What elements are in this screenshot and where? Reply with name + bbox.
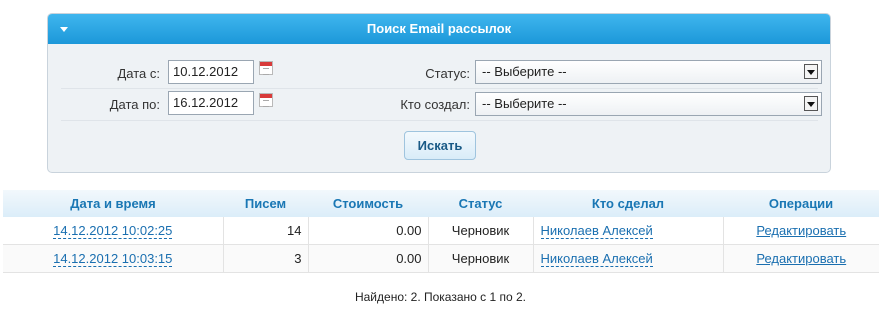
panel-title: Поиск Email рассылок (366, 21, 512, 36)
cell-status: Черновик (428, 244, 534, 273)
search-panel: Поиск Email рассылок Дата с: 10.12.2012 … (47, 13, 831, 173)
date-from-input[interactable]: 10.12.2012 (168, 60, 254, 84)
creator-select-value: -- Выберите -- (482, 96, 567, 111)
cell-cost: 0.00 (308, 244, 429, 273)
column-header-author[interactable]: Кто сделал (533, 190, 723, 217)
column-header-cost[interactable]: Стоимость (308, 190, 428, 217)
cell-cost: 0.00 (308, 217, 429, 245)
cell-operations: Редактировать (723, 244, 879, 273)
author-link[interactable]: Николаев Алексей (540, 223, 653, 239)
date-from-label: Дата с: (117, 66, 160, 81)
search-button[interactable]: Искать (404, 131, 476, 160)
date-to-label: Дата по: (109, 97, 160, 112)
table-header-row: Дата и время Писем Стоимость Статус Кто … (3, 190, 879, 217)
datetime-link[interactable]: 14.12.2012 10:02:25 (53, 223, 173, 239)
table-row: 14.12.2012 10:03:15 3 0.00 Черновик Нико… (3, 244, 879, 273)
edit-link[interactable]: Редактировать (756, 223, 846, 238)
cell-author: Николаев Алексей (533, 217, 724, 245)
table-row: 14.12.2012 10:02:25 14 0.00 Черновик Ник… (3, 217, 879, 245)
column-header-operations: Операции (723, 190, 879, 217)
cell-operations: Редактировать (723, 217, 879, 245)
creator-select[interactable]: -- Выберите -- (475, 92, 822, 116)
status-label: Статус: (425, 66, 470, 81)
chevron-down-icon[interactable] (804, 64, 818, 79)
column-header-letters[interactable]: Писем (223, 190, 308, 217)
row-divider (61, 120, 818, 121)
status-select-value: -- Выберите -- (482, 64, 567, 79)
date-to-input[interactable]: 16.12.2012 (168, 91, 254, 115)
column-header-datetime[interactable]: Дата и время (3, 190, 223, 217)
column-header-status[interactable]: Статус (428, 190, 533, 217)
chevron-down-icon[interactable] (804, 96, 818, 111)
cell-datetime: 14.12.2012 10:02:25 (3, 217, 224, 245)
cell-datetime: 14.12.2012 10:03:15 (3, 244, 224, 273)
calendar-icon[interactable] (259, 93, 273, 107)
edit-link[interactable]: Редактировать (756, 251, 846, 266)
calendar-icon[interactable] (259, 61, 273, 75)
status-select[interactable]: -- Выберите -- (475, 60, 822, 84)
author-link[interactable]: Николаев Алексей (540, 251, 653, 267)
results-summary: Найдено: 2. Показано с 1 по 2. (354, 290, 527, 304)
results-table: Дата и время Писем Стоимость Статус Кто … (3, 190, 879, 273)
cell-letters: 14 (223, 217, 309, 245)
row-divider (61, 88, 818, 89)
cell-author: Николаев Алексей (533, 244, 724, 273)
datetime-link[interactable]: 14.12.2012 10:03:15 (53, 251, 173, 267)
creator-label: Кто создал: (400, 97, 470, 112)
cell-letters: 3 (223, 244, 309, 273)
cell-status: Черновик (428, 217, 534, 245)
panel-header[interactable]: Поиск Email рассылок (48, 14, 830, 44)
